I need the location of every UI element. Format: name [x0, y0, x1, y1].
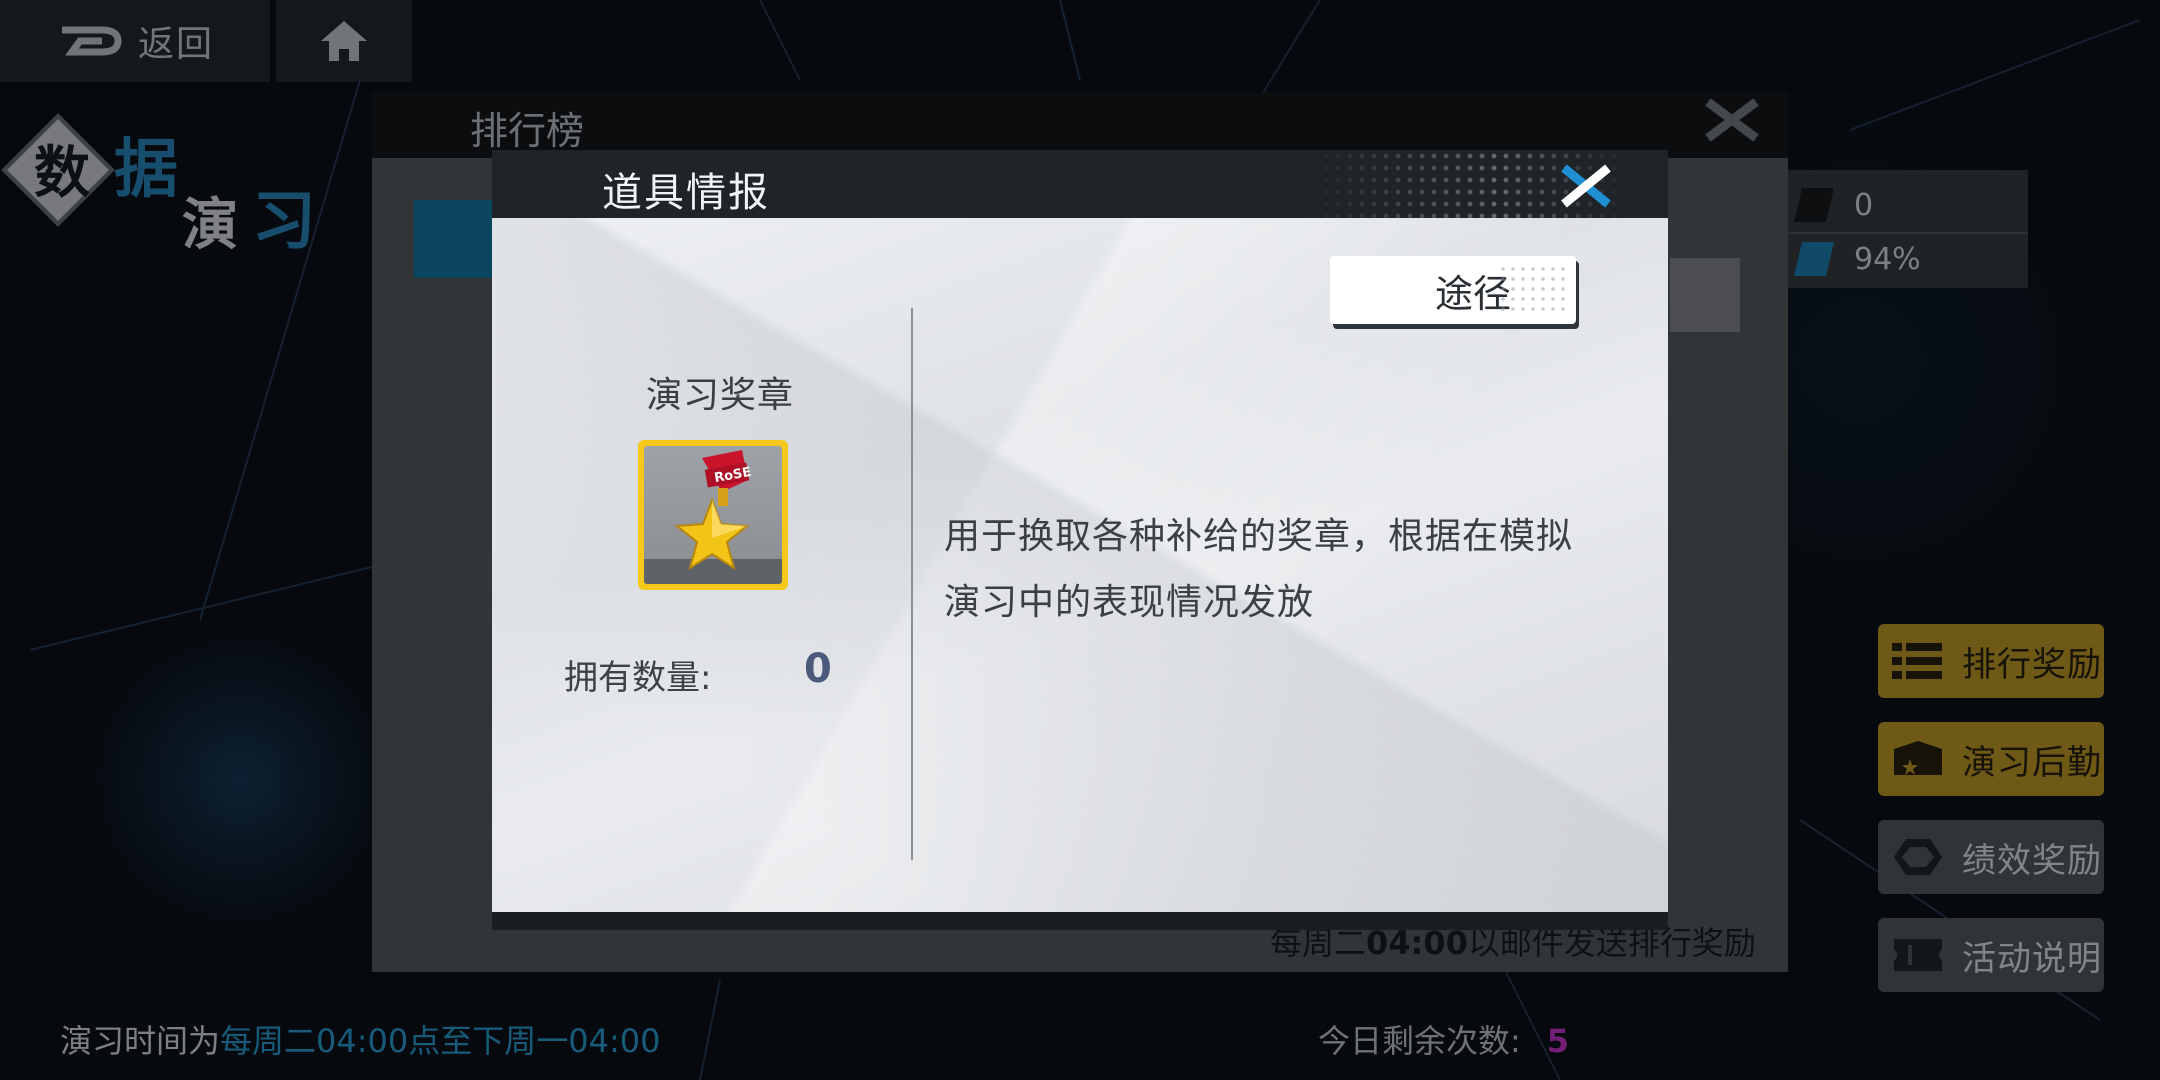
item-icon-frame[interactable]: RoSE — [638, 440, 788, 590]
button-dot-pattern — [1498, 264, 1568, 316]
vertical-divider — [911, 308, 913, 860]
own-count-label: 拥有数量: — [564, 658, 712, 698]
medal-star-icon: RoSE — [674, 450, 752, 571]
item-name: 演习奖章 — [646, 375, 795, 416]
own-count-value: 0 — [804, 646, 832, 692]
close-icon[interactable] — [1556, 164, 1616, 208]
modal-title: 道具情报 — [602, 170, 770, 216]
item-description: 用于换取各种补给的奖章，根据在模拟演习中的表现情况发放 — [944, 516, 1574, 623]
route-button[interactable]: 途径 — [1330, 256, 1576, 324]
modal-bottom-bar — [492, 912, 1668, 930]
